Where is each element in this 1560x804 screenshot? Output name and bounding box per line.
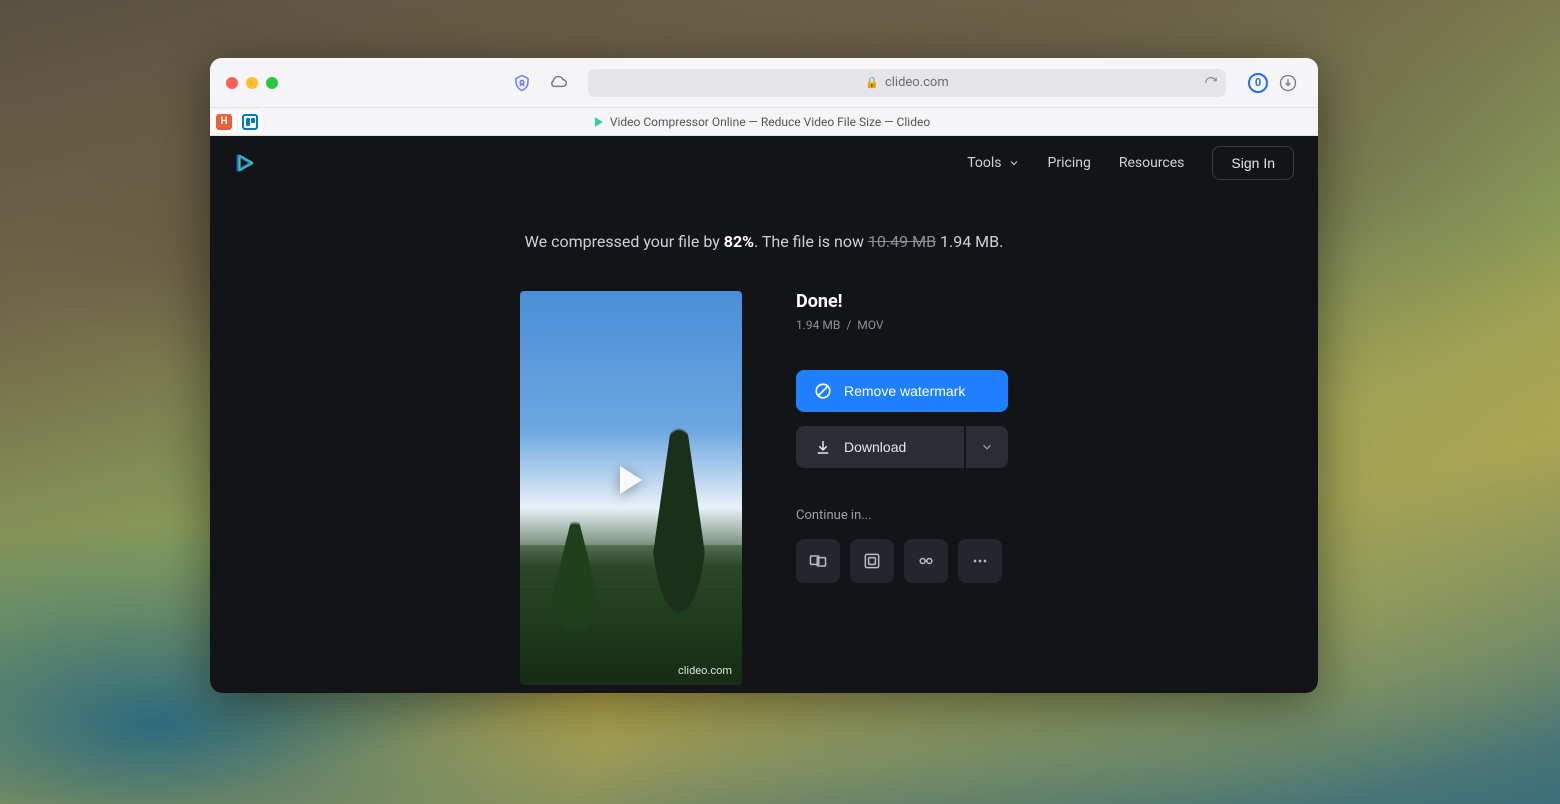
browser-toolbar: 🔒 clideo.com 0: [210, 58, 1318, 108]
compression-summary: We compressed your file by 82%. The file…: [525, 232, 1004, 251]
watermark-text: clideo.com: [678, 664, 732, 677]
nav-tools[interactable]: Tools: [967, 155, 1019, 171]
maximize-window-button[interactable]: [266, 77, 278, 89]
close-window-button[interactable]: [226, 77, 238, 89]
url-host-text: clideo.com: [885, 75, 949, 90]
crop-tool-button[interactable]: [904, 539, 948, 583]
resize-icon: [862, 551, 882, 571]
video-preview[interactable]: clideo.com: [520, 291, 742, 685]
browser-window: 🔒 clideo.com 0 H Video Compressor Online…: [210, 58, 1318, 693]
play-icon: [620, 466, 642, 494]
continue-label: Continue in...: [796, 508, 1008, 523]
pinned-tab-2[interactable]: [238, 111, 262, 133]
result-panel: Done! 1.94 MB/MOV Remove watermark: [796, 291, 1008, 583]
site-header: Tools Pricing Resources Sign In: [210, 136, 1318, 190]
nav-resources[interactable]: Resources: [1119, 155, 1185, 171]
merge-tool-button[interactable]: [796, 539, 840, 583]
address-bar[interactable]: 🔒 clideo.com: [588, 69, 1226, 97]
chevron-down-icon: [980, 440, 994, 454]
download-group: Download: [796, 426, 1008, 468]
crop-icon: [916, 551, 936, 571]
merge-icon: [808, 551, 828, 571]
window-controls: [226, 77, 278, 89]
download-options-button[interactable]: [966, 426, 1008, 468]
privacy-report-icon[interactable]: [508, 69, 536, 97]
chevron-down-icon: [1008, 157, 1020, 169]
pinned-tab-1[interactable]: H: [212, 111, 236, 133]
downloads-icon[interactable]: [1274, 69, 1302, 97]
resize-tool-button[interactable]: [850, 539, 894, 583]
tab-title-text: Video Compressor Online — Reduce Video F…: [610, 115, 930, 129]
nav-pricing[interactable]: Pricing: [1048, 155, 1091, 171]
tab-strip: H Video Compressor Online — Reduce Video…: [210, 108, 1318, 136]
main-content: We compressed your file by 82%. The file…: [210, 190, 1318, 693]
reload-icon[interactable]: [1204, 76, 1218, 90]
more-icon: [970, 551, 990, 571]
icloud-tabs-icon[interactable]: [544, 69, 572, 97]
1password-extension-icon[interactable]: 0: [1248, 73, 1268, 93]
no-symbol-icon: [814, 382, 832, 400]
remove-watermark-button[interactable]: Remove watermark: [796, 370, 1008, 412]
continue-tools-row: [796, 539, 1008, 583]
clideo-favicon-icon: [595, 117, 603, 127]
result-row: clideo.com Done! 1.94 MB/MOV Remove wate…: [520, 291, 1008, 685]
main-nav: Tools Pricing Resources Sign In: [967, 146, 1294, 180]
download-button[interactable]: Download: [796, 426, 964, 468]
page-content: Tools Pricing Resources Sign In We comp: [210, 136, 1318, 693]
more-tools-button[interactable]: [958, 539, 1002, 583]
minimize-window-button[interactable]: [246, 77, 258, 89]
done-heading: Done!: [796, 291, 1008, 312]
active-tab[interactable]: Video Compressor Online — Reduce Video F…: [598, 115, 930, 129]
download-icon: [814, 438, 832, 456]
file-meta: 1.94 MB/MOV: [796, 318, 1008, 332]
lock-icon: 🔒: [865, 76, 879, 89]
sign-in-button[interactable]: Sign In: [1212, 146, 1294, 180]
clideo-logo-icon[interactable]: [234, 152, 256, 174]
